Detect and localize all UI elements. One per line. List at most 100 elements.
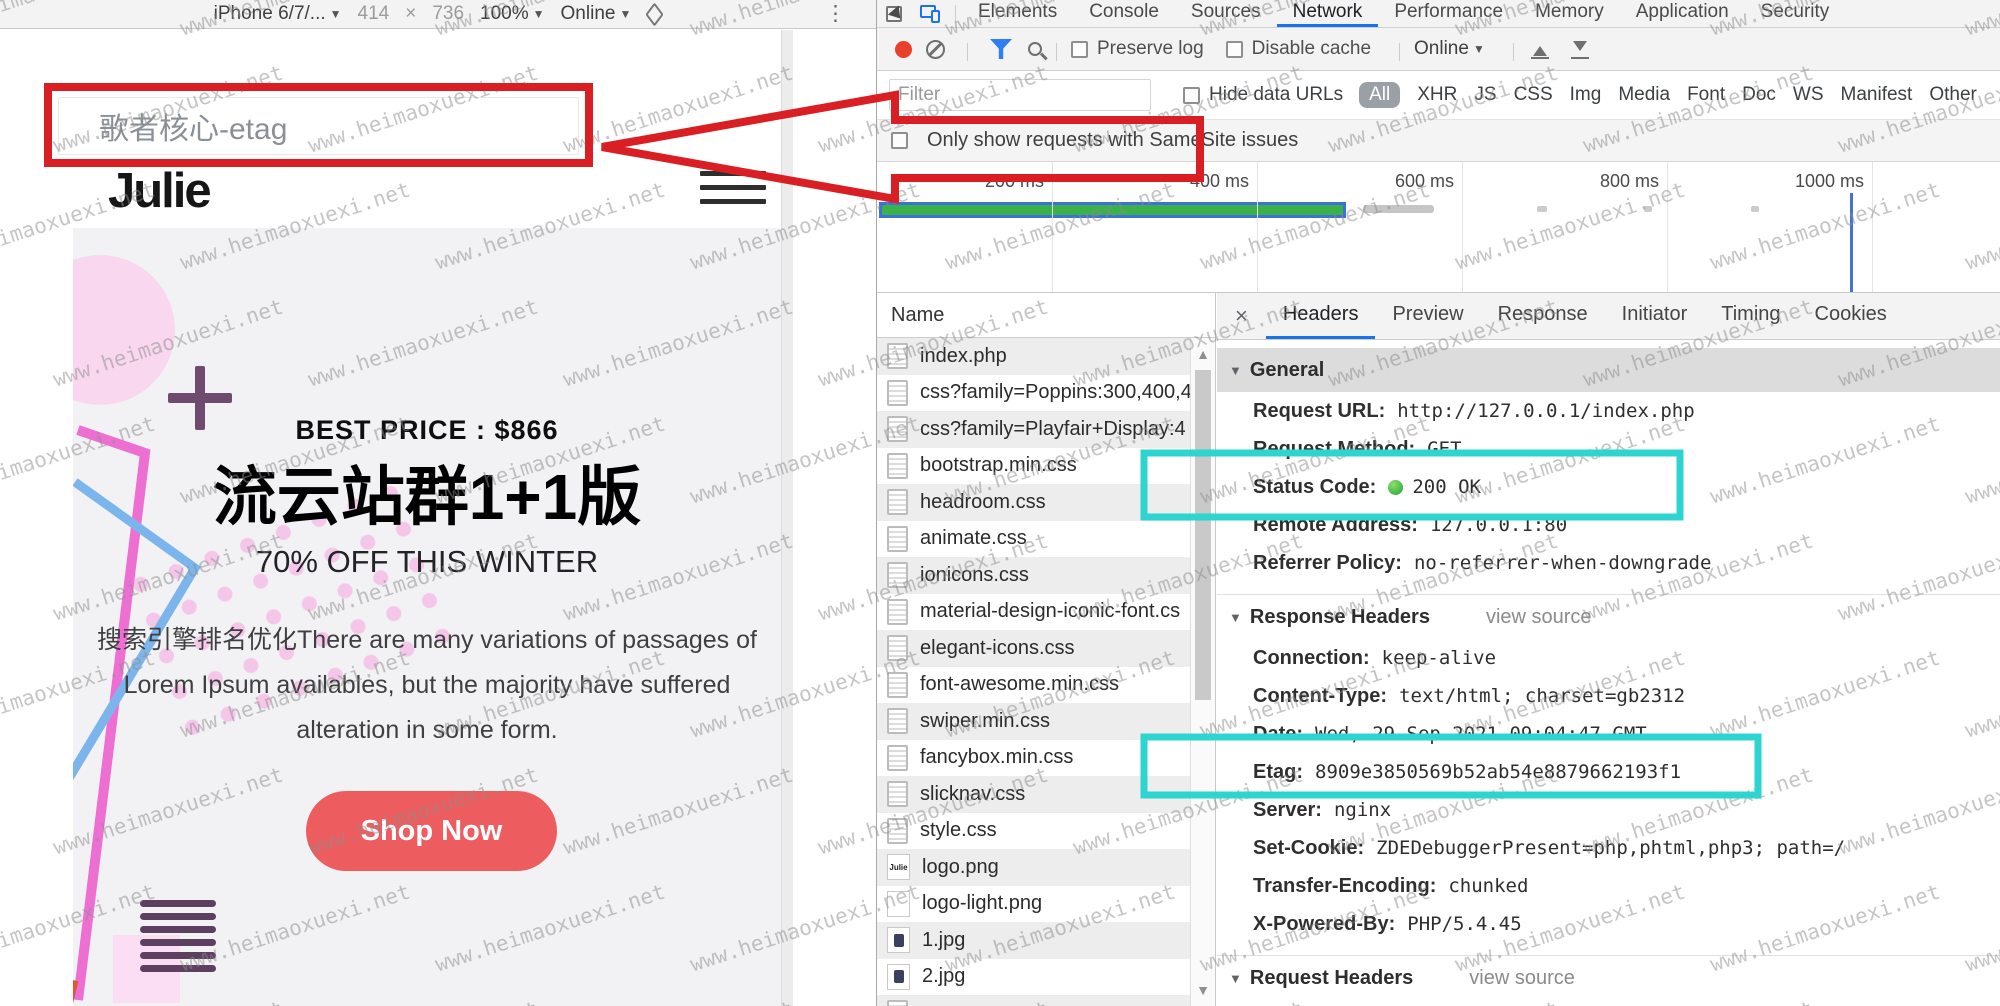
- header-value: PHP/5.4.45: [1407, 913, 1521, 935]
- details-tab-response[interactable]: Response: [1481, 293, 1605, 339]
- details-tab-initiator[interactable]: Initiator: [1605, 293, 1705, 339]
- request-name: logo-light.png: [922, 892, 1042, 915]
- devtools-tab-sources[interactable]: Sources: [1175, 0, 1277, 27]
- filter-type-media[interactable]: Media: [1618, 84, 1670, 106]
- hide-data-urls-checkbox[interactable]: Hide data URLs: [1183, 84, 1343, 106]
- header-name: Etag:: [1253, 761, 1303, 784]
- emulated-page: 歌者核心-etag Julie BEST PRICE : $866 流云站群1+…: [0, 30, 781, 1006]
- checkbox-icon[interactable]: [1071, 41, 1088, 58]
- hamburger-menu-icon[interactable]: [700, 171, 766, 213]
- hero-price: BEST PRICE : $866: [73, 415, 781, 446]
- details-tab-timing[interactable]: Timing: [1704, 293, 1797, 339]
- network-request-row[interactable]: animate.css: [877, 521, 1215, 558]
- filter-type-img[interactable]: Img: [1570, 84, 1602, 106]
- filter-type-doc[interactable]: Doc: [1742, 84, 1776, 106]
- details-tab-headers[interactable]: Headers: [1266, 293, 1376, 339]
- devtools-tab-console[interactable]: Console: [1073, 0, 1175, 27]
- network-request-row[interactable]: bootstrap.min.css: [877, 448, 1215, 485]
- page-search-input[interactable]: 歌者核心-etag: [58, 97, 579, 155]
- network-request-row[interactable]: slicknav.css: [877, 776, 1215, 813]
- preserve-log-checkbox[interactable]: Preserve log: [1071, 38, 1204, 60]
- filter-type-other[interactable]: Other: [1929, 84, 1977, 106]
- section-header-request-headers[interactable]: ▼Request Headersview source: [1217, 956, 2000, 1000]
- record-network-log-icon[interactable]: [895, 41, 912, 58]
- network-request-row[interactable]: 1.jpg: [877, 922, 1215, 959]
- timeline-gridline: [1872, 162, 1873, 293]
- filter-type-js[interactable]: JS: [1474, 84, 1496, 106]
- filter-type-manifest[interactable]: Manifest: [1841, 84, 1913, 106]
- network-request-row[interactable]: headroom.css: [877, 484, 1215, 521]
- network-request-row[interactable]: 2.jpg: [877, 959, 1215, 996]
- view-source-link[interactable]: view source: [1469, 967, 1575, 990]
- page-scrollbar[interactable]: [781, 30, 793, 1006]
- network-request-row[interactable]: css?family=Poppins:300,400,4: [877, 375, 1215, 412]
- request-list-scrollbar[interactable]: ▲ ▼: [1190, 338, 1215, 1006]
- name-column-header[interactable]: Name: [877, 293, 1215, 338]
- checkbox-icon[interactable]: [1183, 87, 1200, 104]
- filter-icon[interactable]: [990, 39, 1012, 59]
- shop-now-button[interactable]: Shop Now: [306, 791, 557, 871]
- network-request-row[interactable]: css?family=Playfair+Display:4: [877, 411, 1215, 448]
- network-request-row[interactable]: Julielogo.png: [877, 849, 1215, 886]
- scroll-down-icon[interactable]: ▼: [1191, 982, 1215, 998]
- scrollbar-thumb[interactable]: [1195, 370, 1211, 700]
- toggle-device-toolbar-icon[interactable]: [911, 0, 949, 27]
- network-request-row[interactable]: fancybox.min.css: [877, 740, 1215, 777]
- zoom-select[interactable]: 100% ▼: [480, 3, 545, 25]
- network-request-row[interactable]: font-awesome.min.css: [877, 667, 1215, 704]
- waterfall-bar-secondary: [1363, 205, 1434, 213]
- filter-type-all[interactable]: All: [1359, 82, 1400, 108]
- network-conditions-select[interactable]: Online ▼: [561, 3, 632, 25]
- section-header-response-headers[interactable]: ▼Response Headersview source: [1217, 595, 2000, 639]
- network-overview-timeline[interactable]: 200 ms400 ms600 ms800 ms1000 ms: [877, 162, 2000, 293]
- devtools-tab-elements[interactable]: Elements: [962, 0, 1073, 27]
- devtools-tab-security[interactable]: Security: [1745, 0, 1846, 27]
- devtools-tab-performance[interactable]: Performance: [1378, 0, 1519, 27]
- network-request-row[interactable]: logo-light.png: [877, 886, 1215, 923]
- throttling-select[interactable]: Online ▼: [1414, 38, 1485, 60]
- details-tab-preview[interactable]: Preview: [1375, 293, 1480, 339]
- filter-type-ws[interactable]: WS: [1793, 84, 1824, 106]
- triangle-expanded-icon: ▼: [1229, 610, 1242, 625]
- network-request-row[interactable]: elegant-icons.css: [877, 630, 1215, 667]
- devtools-tab-application[interactable]: Application: [1620, 0, 1745, 27]
- filter-type-xhr[interactable]: XHR: [1417, 84, 1457, 106]
- clear-network-log-icon[interactable]: [926, 40, 945, 59]
- network-request-row[interactable]: index.php: [877, 338, 1215, 375]
- disable-cache-checkbox[interactable]: Disable cache: [1226, 38, 1371, 60]
- document-icon: [887, 781, 908, 807]
- import-har-icon[interactable]: [1530, 39, 1550, 59]
- chevron-down-icon: ▼: [533, 7, 545, 21]
- filter-input[interactable]: [889, 79, 1151, 111]
- devtools-tab-network[interactable]: Network: [1277, 0, 1379, 27]
- search-icon[interactable]: [1028, 42, 1042, 56]
- inspect-element-icon[interactable]: [877, 0, 911, 27]
- hero-paragraph-line: Lorem Ipsum availables, but the majority…: [83, 663, 771, 708]
- filter-type-font[interactable]: Font: [1687, 84, 1725, 106]
- disable-cache-label: Disable cache: [1252, 38, 1371, 60]
- rotate-device-icon[interactable]: [646, 2, 664, 26]
- viewport-width[interactable]: 414: [358, 3, 390, 25]
- site-logo[interactable]: Julie: [108, 163, 210, 219]
- request-name: animate.css: [920, 527, 1027, 550]
- details-tab-cookies[interactable]: Cookies: [1798, 293, 1904, 339]
- network-request-row[interactable]: style.css: [877, 813, 1215, 850]
- network-request-row[interactable]: swiper.min.css: [877, 703, 1215, 740]
- checkbox-icon[interactable]: [1226, 41, 1243, 58]
- checkbox-icon[interactable]: [891, 132, 908, 149]
- network-request-row[interactable]: material-design-iconic-font.cs: [877, 594, 1215, 631]
- divider: [1513, 43, 1514, 61]
- filter-type-css[interactable]: CSS: [1514, 84, 1553, 106]
- network-request-row[interactable]: ionicons.css: [877, 557, 1215, 594]
- timeline-tick-label: 1000 ms: [1795, 171, 1872, 192]
- devtools-tab-memory[interactable]: Memory: [1519, 0, 1620, 27]
- export-har-icon[interactable]: [1570, 39, 1590, 59]
- scroll-up-icon[interactable]: ▲: [1191, 346, 1215, 362]
- more-options-icon[interactable]: ⋮: [825, 1, 846, 26]
- section-header-general[interactable]: ▼General: [1217, 348, 2000, 392]
- network-request-row[interactable]: [877, 995, 1215, 1006]
- viewport-height[interactable]: 736: [432, 3, 464, 25]
- close-icon[interactable]: ×: [1217, 293, 1266, 339]
- device-select[interactable]: iPhone 6/7/... ▼: [214, 3, 342, 25]
- view-source-link[interactable]: view source: [1486, 606, 1592, 629]
